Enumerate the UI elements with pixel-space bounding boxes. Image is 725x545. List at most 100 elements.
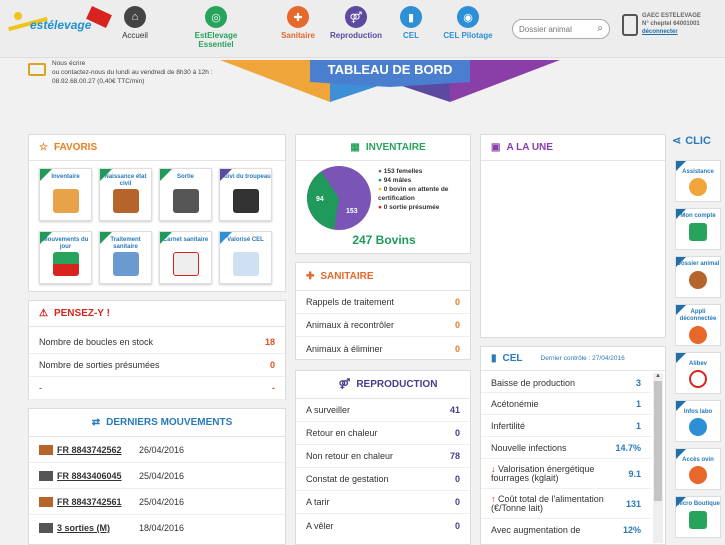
nav-sanitaire[interactable]: ✚ Sanitaire [276,6,320,40]
clic-mon-compte[interactable]: Mon compte [675,208,721,250]
alaune-header: ▣ A LA UNE [481,135,665,161]
nav-cel-pilotage[interactable]: ◉ CEL Pilotage [440,6,496,40]
tile-sortie[interactable]: Sortie [159,168,212,221]
sanitaire-row[interactable]: Animaux à recontrôler 0 [296,314,470,337]
sanitaire-row[interactable]: Animaux à éliminer 0 [296,337,470,360]
tile-inventaire[interactable]: Inventaire [39,168,92,221]
gauge-icon: ◉ [457,6,479,28]
cel-row[interactable]: ↓ Valorisation énergétique fourrages (kg… [481,459,651,489]
sanitaire-header: ✚ SANITAIRE [296,263,470,291]
logo-text: estélevage [30,18,92,32]
clic-header: ⋖ CLIC [672,135,711,147]
tile-mouvements[interactable]: Mouvements du jour [39,231,92,284]
clic-acces-ovin[interactable]: Accès ovin [675,448,721,490]
nav-accueil[interactable]: ⌂ Accueil [115,6,155,40]
pensez-row[interactable]: -- [29,377,285,400]
reproduction-row[interactable]: A tarir 0 [296,491,470,514]
reproduction-row[interactable]: A vêler 0 [296,514,470,537]
inventaire-total[interactable]: 247 Bovins [296,233,472,247]
pensez-row[interactable]: Nombre de sorties présumées 0 [29,354,285,377]
cel-header: ▮ CEL Dernier contrôle : 27/04/2016 [481,347,665,371]
logout-link[interactable]: déconnecter [642,28,701,36]
alibev-logo-icon [689,370,707,388]
image-icon: ▣ [491,142,501,153]
svg-text:153: 153 [346,208,358,215]
home-icon: ⌂ [124,6,146,28]
inventaire-header: ▦ INVENTAIRE [296,135,470,161]
favoris-card: ☆ FAVORIS Inventaire Naissance état civil… [28,134,286,292]
movement-row[interactable]: FR 8843742562 26/04/2016 [29,437,285,463]
sanitaire-card: ✚ SANITAIRE Rappels de traitement 0 Animau… [295,262,471,360]
movement-icon: ⇄ [91,417,101,428]
cow-icon [39,496,53,507]
user-badge-icon [622,14,638,36]
cow-icon [39,523,53,533]
arrows-icon [52,252,79,276]
search-box[interactable]: ⌕ [512,19,610,39]
movement-row[interactable]: FR 8843742561 25/04/2016 [29,489,285,515]
app-logo[interactable]: estélevage [8,6,112,42]
inventaire-card: ▦ INVENTAIRE 94 153 ● 153 femelles ● 94 m… [295,134,471,254]
medical-cross-icon: ✚ [306,271,315,282]
nav-essentiel[interactable]: ◎ EstElevage Essentiel [176,6,256,49]
movement-row[interactable]: FR 8843406045 25/04/2016 [29,463,285,489]
scroll-up-icon[interactable]: ▲ [653,373,663,379]
svg-text:94: 94 [316,196,324,203]
mouvements-header: ⇄ DERNIERS MOUVEMENTS [29,409,285,437]
tile-traitement[interactable]: Traitement sanitaire [99,231,152,284]
tile-valorise-cel[interactable]: Valorisé CEL [219,231,272,284]
cel-row[interactable]: Nouvelle infections 14.7% [481,437,651,459]
user-info: GAEC ESTELEVAGE N° cheptel 64001001 déco… [642,13,701,36]
tile-suivi-troupeau[interactable]: Suivi du troupeau [219,168,272,221]
clic-dossier-animal[interactable]: Dossier animal [675,256,721,298]
movement-row[interactable]: 3 sorties (M) 18/04/2016 [29,515,285,541]
cel-row[interactable]: Avec augmentation de 12% [481,519,651,541]
search-icon[interactable]: ⌕ [597,23,603,34]
reproduction-row[interactable]: A surveiller 41 [296,399,470,422]
clic-alibev[interactable]: Alibev [675,352,721,394]
syringe-icon [112,252,139,276]
bottle-icon: ▮ [400,6,422,28]
herd-icon [232,189,259,213]
calf-icon [112,189,139,213]
sanitaire-row[interactable]: Rappels de traitement 0 [296,291,470,314]
mail-icon[interactable] [28,63,46,76]
cel-row[interactable]: Infertilité 1 [481,415,651,437]
search-input[interactable] [513,20,589,38]
clic-micro-boutique[interactable]: Micro Boutique [675,496,721,538]
clic-appli[interactable]: Appli déconnectée [675,304,721,346]
reproduction-row[interactable]: Retour en chaleur 0 [296,422,470,445]
nav-reproduction[interactable]: ⚤ Reproduction [328,6,384,40]
reproduction-icon: ⚤ [345,6,367,28]
cel-list: Baisse de production 3 Acétonémie 1 Infert… [481,373,651,541]
scroll-thumb[interactable] [654,381,662,501]
clic-assistance[interactable]: Assistance [675,160,721,202]
calendar-icon [232,252,259,276]
app-icon [689,326,707,344]
tile-naissance[interactable]: Naissance état civil [99,168,152,221]
nav-cel[interactable]: ▮ CEL [396,6,426,40]
cel-row[interactable]: Acétonémie 1 [481,393,651,415]
inventaire-legend: ● 153 femelles ● 94 mâles ● 0 bovin en a… [378,168,449,211]
cel-row[interactable]: Baisse de production 3 [481,373,651,393]
cow-exit-icon [172,189,199,213]
mouvements-card: ⇄ DERNIERS MOUVEMENTS FR 8843742562 26/04/… [28,408,286,545]
clipboard-icon [52,189,79,213]
reproduction-row[interactable]: Constat de gestation 0 [296,468,470,491]
alert-icon: ⚠ [39,308,48,319]
medical-kit-icon [172,252,199,276]
lab-badge-icon [689,418,707,436]
reproduction-row[interactable]: Non retour en chaleur 78 [296,445,470,468]
pensez-row[interactable]: Nombre de boucles en stock 18 [29,331,285,354]
pensez-card: ⚠ PENSEZ-Y ! Nombre de boucles en stock 18… [28,300,286,400]
cow-icon [39,444,53,455]
top-bar: estélevage ⌂ Accueil ◎ EstElevage Essentie… [0,0,725,58]
page-title: TABLEAU DE BORD [327,62,453,77]
cel-row[interactable]: ↑ Coût total de l'alimentation (€/Tonne … [481,489,651,519]
clic-infos-labo[interactable]: Infos labo [675,400,721,442]
cel-scrollbar[interactable]: ▲ [653,373,663,543]
reproduction-icon: ⚤ [338,379,351,390]
account-icon [689,223,707,241]
tile-carnet[interactable]: Carnet sanitaire [159,231,212,284]
building-icon: ▦ [350,142,360,153]
